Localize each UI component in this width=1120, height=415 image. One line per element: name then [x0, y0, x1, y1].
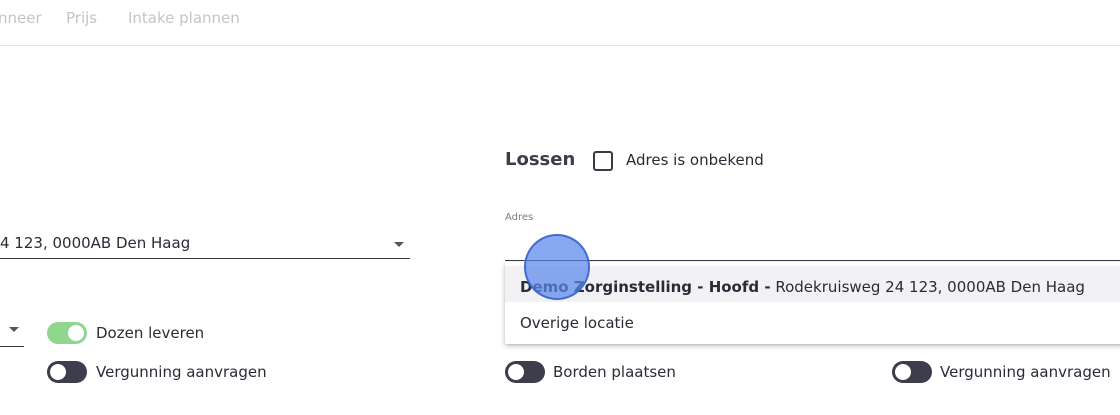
nav-item-partial[interactable]: nneer [0, 9, 42, 27]
chevron-down-icon [9, 327, 19, 332]
address-dropdown-menu: Demo Zorginstelling - Hoofd - Rodekruisw… [505, 262, 1120, 344]
nav-item-intake-plannen[interactable]: Intake plannen [128, 9, 240, 27]
vergunning-aanvragen-label-right: Vergunning aanvragen [940, 363, 1111, 381]
dropdown-option-overige-locatie[interactable]: Overige locatie [505, 302, 1120, 338]
toggle-knob [895, 364, 911, 380]
page: nneer Prijs Intake plannen 4 123, 0000AB… [0, 0, 1120, 415]
top-nav: nneer Prijs Intake plannen [0, 0, 1120, 46]
cursor-highlight [524, 234, 590, 300]
vergunning-aanvragen-toggle-left[interactable] [47, 361, 87, 383]
vergunning-aanvragen-label-left: Vergunning aanvragen [96, 363, 267, 381]
option-text: Overige locatie [520, 314, 634, 332]
laden-address-value: 4 123, 0000AB Den Haag [0, 234, 191, 252]
option-text: Demo Zorginstelling - Hoofd - Rodekruisw… [520, 278, 1085, 296]
toggle-knob [50, 364, 66, 380]
laden-address-select[interactable]: 4 123, 0000AB Den Haag [0, 232, 410, 259]
lossen-title: Lossen [505, 149, 576, 170]
toggle-knob [68, 325, 84, 341]
nav-item-prijs[interactable]: Prijs [66, 9, 97, 27]
adres-field-label: Adres [505, 212, 534, 223]
borden-plaatsen-label: Borden plaatsen [553, 363, 676, 381]
lossen-address-input[interactable] [505, 234, 1120, 261]
borden-plaatsen-toggle[interactable] [505, 361, 545, 383]
dozen-leveren-label: Dozen leveren [96, 324, 205, 342]
chevron-down-icon [394, 242, 404, 247]
dozen-leveren-toggle[interactable] [47, 322, 87, 344]
option-address: Rodekruisweg 24 123, 0000AB Den Haag [775, 278, 1085, 296]
adres-onbekend-checkbox[interactable] [593, 151, 613, 171]
adres-onbekend-label[interactable]: Adres is onbekend [626, 151, 764, 169]
toggle-knob [508, 364, 524, 380]
vergunning-aanvragen-toggle-right[interactable] [892, 361, 932, 383]
partial-select[interactable] [0, 322, 24, 347]
dropdown-option-demo-zorginstelling[interactable]: Demo Zorginstelling - Hoofd - Rodekruisw… [505, 266, 1120, 302]
